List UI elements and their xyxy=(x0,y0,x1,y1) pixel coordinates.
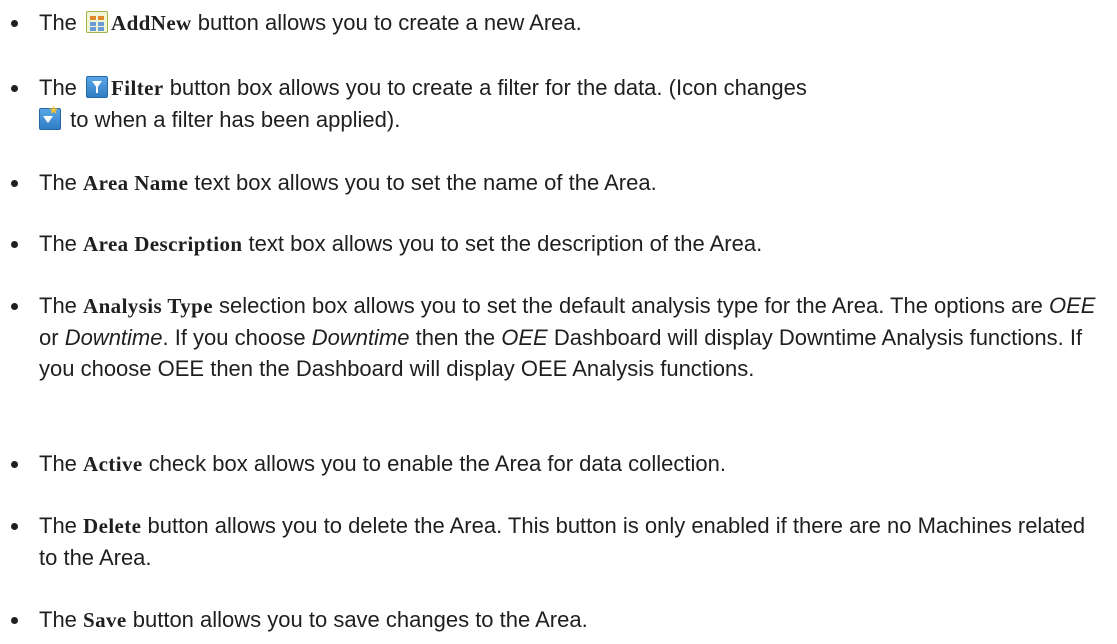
term-active: Active xyxy=(83,452,143,476)
term-analysis-type: Analysis Type xyxy=(83,294,213,318)
list-item-active: The Active check box allows you to enabl… xyxy=(11,448,1109,480)
filter-applied-icon xyxy=(39,104,61,130)
list-item-delete: The Delete button allows you to delete t… xyxy=(11,510,1109,573)
filter-icon xyxy=(86,76,109,98)
list-item-area-name: The Area Name text box allows you to set… xyxy=(11,167,1109,199)
term-area-description: Area Description xyxy=(83,232,243,256)
term-area-name: Area Name xyxy=(83,171,189,195)
term-delete: Delete xyxy=(83,514,142,538)
term-save: Save xyxy=(83,608,127,632)
list-item-filter: The Filter button box allows you to crea… xyxy=(11,72,1109,135)
list-item-area-description: The Area Description text box allows you… xyxy=(11,228,1109,260)
term-addnew: AddNew xyxy=(111,11,192,35)
addnew-icon xyxy=(86,11,109,33)
list-item-analysis-type: The Analysis Type selection box allows y… xyxy=(11,290,1109,384)
list-item-save: The Save button allows you to save chang… xyxy=(11,604,1109,636)
term-filter: Filter xyxy=(111,76,164,100)
list-item-addnew: The AddNew button allows you to create a… xyxy=(11,7,1109,39)
